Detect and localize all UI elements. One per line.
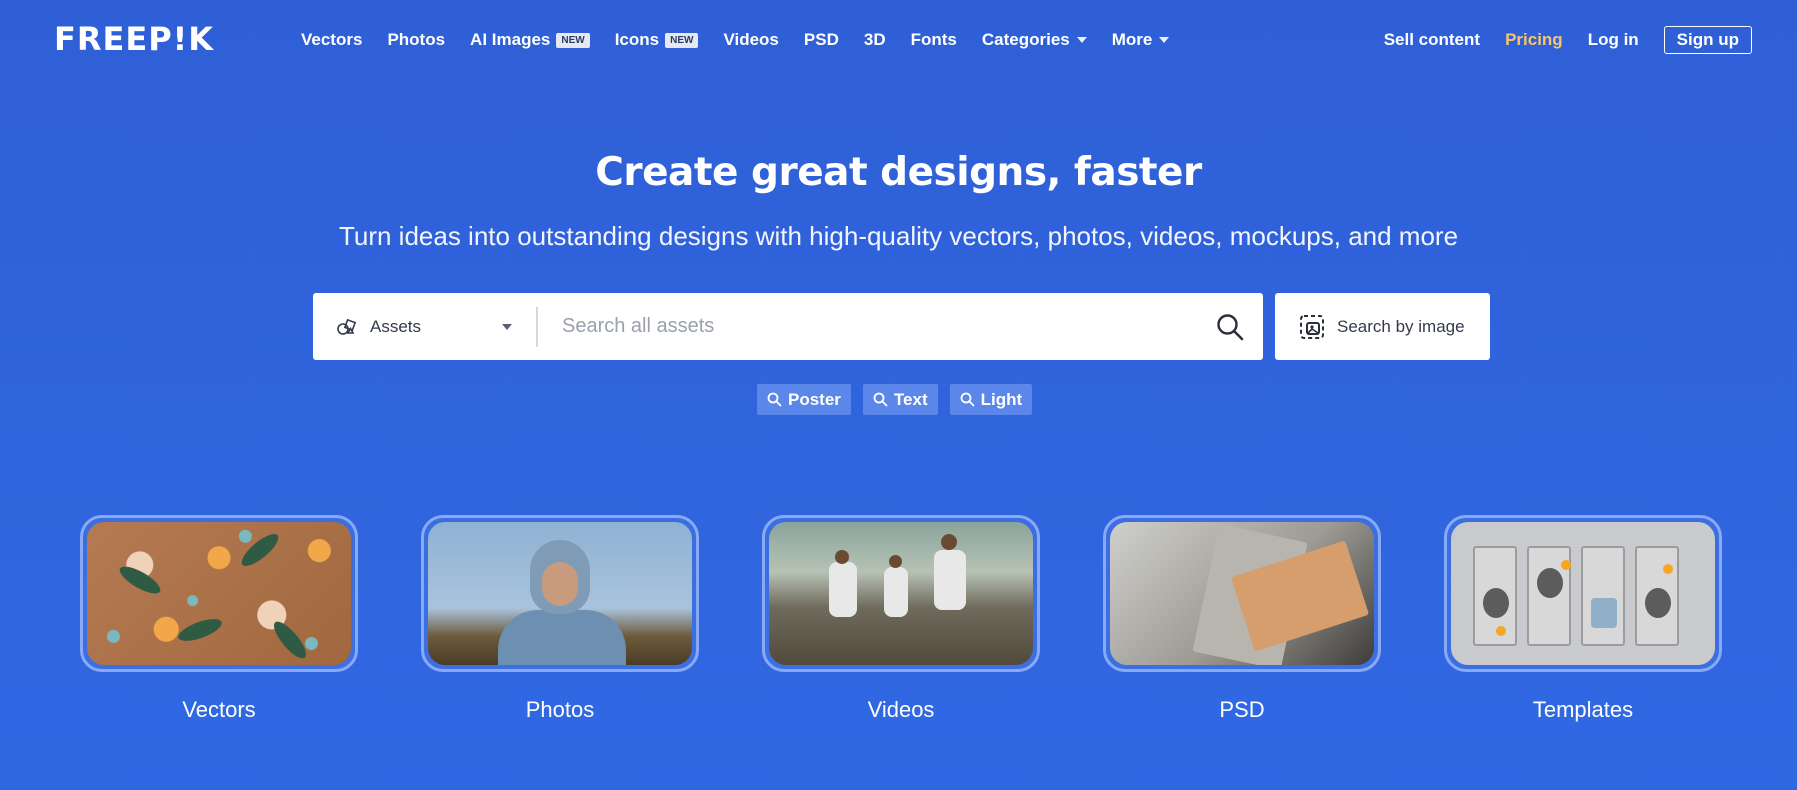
- nav-3d-label: 3D: [863, 30, 886, 49]
- nav-categories[interactable]: Categories: [982, 30, 1087, 50]
- chevron-down-icon: [1159, 37, 1170, 43]
- category-photos: Photos: [421, 515, 699, 723]
- new-badge: NEW: [556, 32, 590, 48]
- nav-3d[interactable]: 3D: [864, 30, 886, 50]
- nav-categories-label: Categories: [981, 30, 1070, 49]
- person-shape: [884, 567, 908, 617]
- videos-beach-image: [769, 522, 1033, 665]
- pricing-link[interactable]: Pricing: [1505, 30, 1563, 50]
- main-nav: Vectors Photos AI Images NEW Icons NEW Vid…: [301, 28, 1194, 52]
- psd-mockup-image: [1110, 522, 1374, 665]
- new-badge: NEW: [665, 32, 699, 48]
- search-icon[interactable]: [1215, 312, 1245, 342]
- freepik-logo[interactable]: FREEP!K: [54, 23, 214, 55]
- category-videos: Videos: [762, 515, 1040, 723]
- tag-poster[interactable]: Poster: [757, 384, 851, 415]
- category-label: Videos: [867, 697, 935, 722]
- chevron-down-icon: [1076, 37, 1087, 43]
- accent-dot: [1561, 560, 1571, 570]
- person-head-shape: [835, 550, 849, 564]
- category-psd-card[interactable]: [1103, 515, 1381, 672]
- nav-vectors-label: Vectors: [301, 30, 363, 49]
- search-bar: Assets: [313, 293, 1263, 360]
- tag-light[interactable]: Light: [949, 384, 1033, 415]
- leaf-shape: [269, 617, 311, 663]
- search-icon: [873, 392, 888, 407]
- category-label: Vectors: [182, 697, 256, 722]
- accent-dot: [1496, 626, 1506, 636]
- search-by-image-label: Search by image: [1337, 316, 1465, 336]
- category-vectors: Vectors: [80, 515, 358, 723]
- signup-button[interactable]: Sign up: [1663, 26, 1752, 54]
- chevron-down-icon: [502, 324, 512, 330]
- search-icon: [767, 392, 782, 407]
- category-templates-card[interactable]: [1444, 515, 1722, 672]
- template-photo-shape: [1645, 588, 1671, 618]
- nav-videos-label: Videos: [723, 30, 779, 49]
- leaf-shape: [175, 614, 225, 646]
- vectors-floral-image: [87, 522, 351, 665]
- leaf-shape: [237, 529, 283, 571]
- nav-psd-label: PSD: [803, 30, 839, 49]
- image-search-icon: [1300, 314, 1324, 339]
- nav-vectors[interactable]: Vectors: [301, 30, 362, 50]
- tag-label: Text: [893, 389, 928, 409]
- category-label: Templates: [1532, 697, 1634, 722]
- search-icon: [960, 392, 975, 407]
- nav-more[interactable]: More: [1112, 30, 1170, 50]
- category-psd: PSD: [1103, 515, 1381, 723]
- search-input[interactable]: [538, 293, 1215, 360]
- template-photo-shape: [1483, 588, 1509, 618]
- nav-fonts-label: Fonts: [910, 30, 957, 49]
- tag-label: Light: [980, 389, 1023, 409]
- person-head-shape: [889, 555, 902, 568]
- sell-content-link[interactable]: Sell content: [1384, 30, 1480, 50]
- nav-fonts[interactable]: Fonts: [911, 30, 957, 50]
- template-thumb: [1635, 546, 1679, 646]
- asset-type-select[interactable]: Assets: [313, 293, 536, 360]
- person-body-shape: [498, 610, 626, 665]
- tag-label: Poster: [788, 389, 841, 409]
- nav-photos-label: Photos: [387, 30, 446, 49]
- nav-more-label: More: [1111, 30, 1153, 49]
- header-actions: Sell content Pricing Log in Sign up: [1359, 26, 1752, 54]
- category-photos-card[interactable]: [421, 515, 699, 672]
- asset-type-label: Assets: [370, 316, 422, 336]
- hero-subtitle: Turn ideas into outstanding designs with…: [338, 221, 1459, 251]
- person-head-shape: [941, 534, 957, 550]
- login-link[interactable]: Log in: [1588, 30, 1639, 50]
- template-photo-shape: [1537, 568, 1563, 598]
- nav-videos[interactable]: Videos: [723, 30, 778, 50]
- shapes-icon: [337, 318, 357, 335]
- photos-portrait-image: [428, 522, 692, 665]
- category-label: Photos: [525, 697, 595, 722]
- templates-image: [1451, 522, 1715, 665]
- person-shape: [829, 562, 857, 617]
- nav-photos[interactable]: Photos: [387, 30, 445, 50]
- site-header: FREEP!K Vectors Photos AI Images NEW Icon…: [0, 0, 1797, 80]
- leaf-shape: [116, 561, 164, 599]
- nav-icons[interactable]: Icons NEW: [615, 30, 699, 50]
- category-videos-card[interactable]: [762, 515, 1040, 672]
- nav-psd[interactable]: PSD: [804, 30, 839, 50]
- nav-icons-label: Icons: [614, 30, 660, 49]
- nav-ai-images-label: AI Images: [470, 30, 551, 49]
- search-by-image-button[interactable]: Search by image: [1275, 293, 1490, 360]
- person-shape: [934, 550, 966, 610]
- accent-dot: [1663, 564, 1673, 574]
- category-label: PSD: [1219, 697, 1265, 722]
- category-vectors-card[interactable]: [80, 515, 358, 672]
- nav-ai-images[interactable]: AI Images NEW: [470, 30, 590, 50]
- category-templates: Templates: [1444, 515, 1722, 723]
- person-face-shape: [542, 562, 578, 606]
- template-thumb: [1581, 546, 1625, 646]
- template-photo-shape: [1591, 598, 1617, 628]
- suggested-tags: Poster Text Light: [757, 384, 1044, 415]
- hero-title: Create great designs, faster: [595, 150, 1202, 195]
- template-thumb: [1473, 546, 1517, 646]
- tag-text[interactable]: Text: [862, 384, 938, 415]
